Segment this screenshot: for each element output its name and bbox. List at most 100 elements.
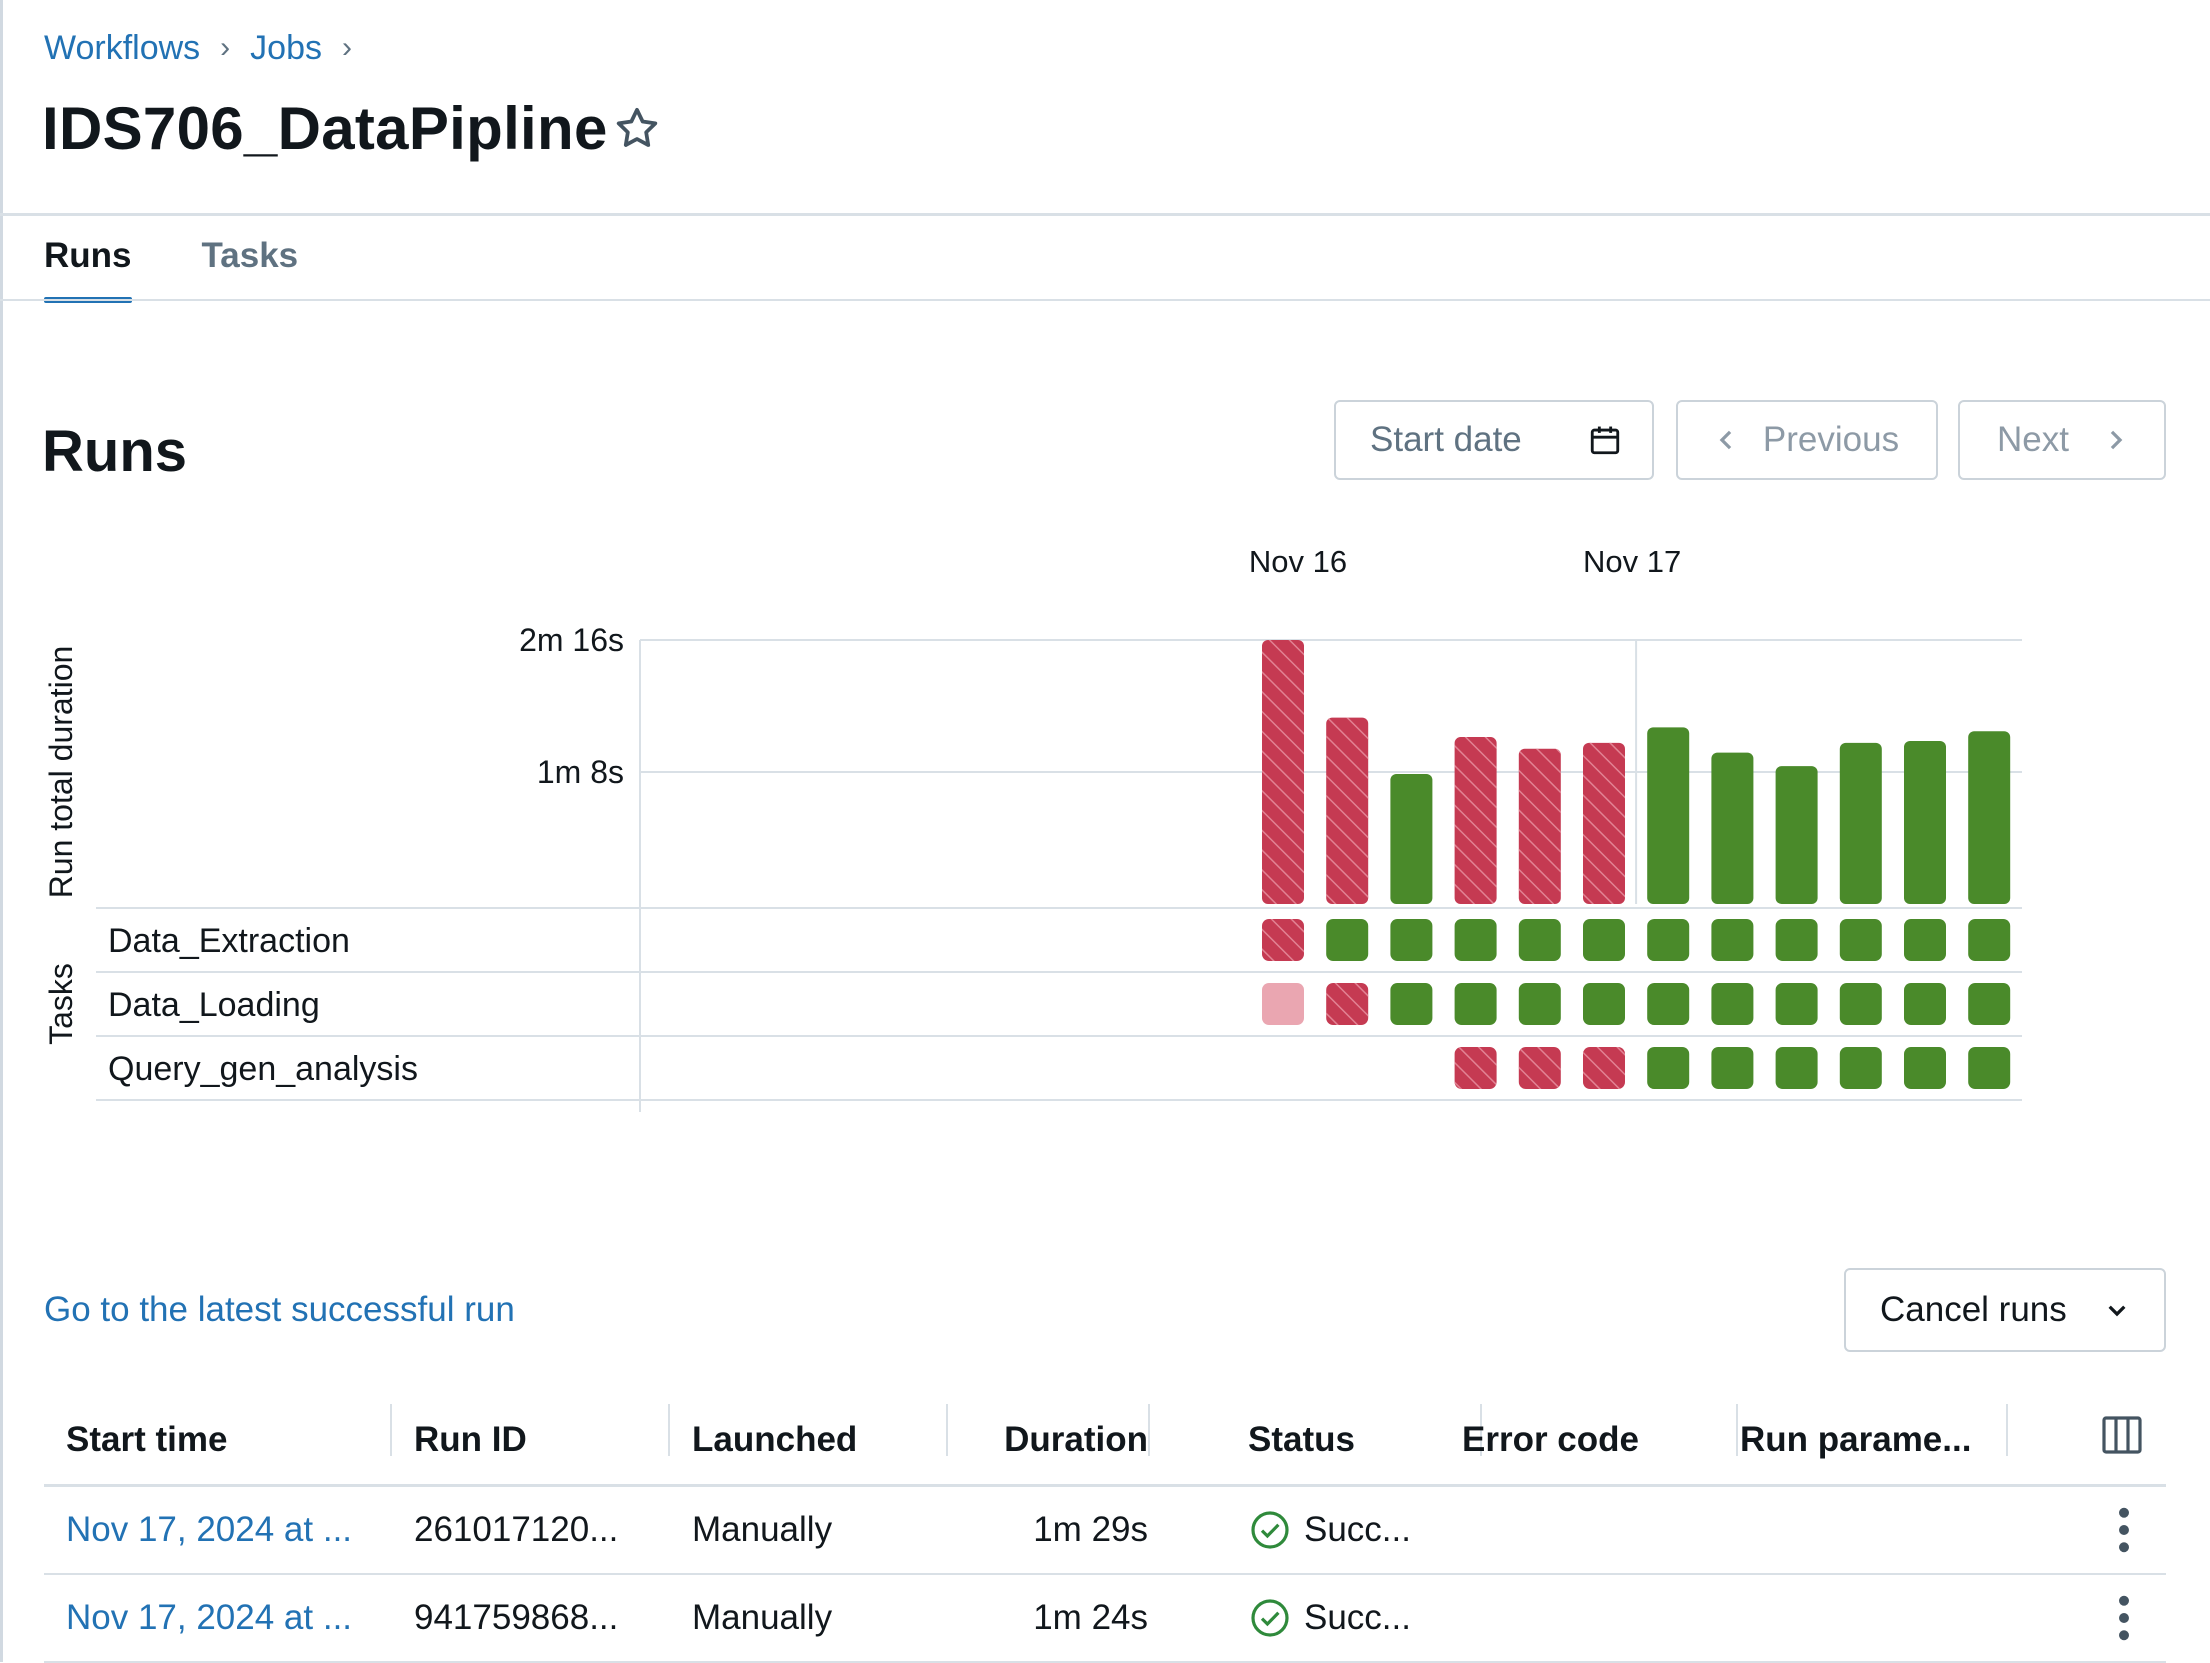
- columns-icon[interactable]: [2102, 1416, 2142, 1454]
- duration-cell: 1m 24s: [1033, 1598, 1148, 1637]
- tabs-divider: [0, 299, 2210, 301]
- task-status-cell: [1968, 919, 2011, 961]
- calendar-icon: [1590, 426, 1620, 455]
- y-tick-label: 1m 8s: [537, 754, 624, 790]
- runs-duration-chart: Run total duration 1m 8s 2m 16s Nov 16 Nov 1…: [43, 544, 2022, 1112]
- run-bar-hatch: [1583, 742, 1625, 904]
- cancel-runs-dropdown[interactable]: Cancel runs: [1844, 1268, 2166, 1352]
- column-label: Run ID: [414, 1420, 527, 1459]
- previous-label: Previous: [1762, 420, 1900, 459]
- task-status-cell: [1775, 919, 1818, 961]
- status-text: Succ...: [1304, 1598, 1411, 1637]
- chevron-down-icon: [2108, 1305, 2126, 1317]
- run-id-cell: 941759868...: [414, 1598, 619, 1637]
- breadcrumb: Workflows › Jobs ›: [44, 26, 372, 70]
- breadcrumb-separator: ›: [220, 31, 231, 64]
- status-text: Succ...: [1304, 1510, 1411, 1549]
- table-row[interactable]: Nov 17, 2024 at ... 261017120... Manuall…: [44, 1487, 2166, 1575]
- task-status-cell: [1968, 983, 2011, 1025]
- task-status-cell: [1968, 1047, 2011, 1089]
- breadcrumb-jobs[interactable]: Jobs: [250, 29, 322, 68]
- task-status-cell: [1839, 919, 1882, 961]
- start-time-link[interactable]: Nov 17, 2024 at ...: [66, 1487, 352, 1573]
- task-status-hatch: [1262, 919, 1304, 961]
- status-cell: Succ...: [1250, 1487, 1411, 1573]
- latest-successful-run-link[interactable]: Go to the latest successful run: [44, 1290, 515, 1330]
- run-duration-bar: [1839, 742, 1882, 904]
- task-name-label: Data_Loading: [108, 986, 320, 1024]
- more-actions-icon[interactable]: [2118, 1507, 2130, 1553]
- column-header-start-time[interactable]: Start time: [66, 1396, 392, 1484]
- y-axis-title: Run total duration: [43, 646, 79, 899]
- launched-cell: Manually: [692, 1510, 833, 1549]
- task-status-cell: [1904, 983, 1946, 1025]
- check-circle-icon: [1251, 1511, 1289, 1549]
- column-label: Start time: [66, 1420, 228, 1459]
- duration-cell: 1m 29s: [1033, 1510, 1148, 1549]
- column-label: Run parame...: [1740, 1420, 1972, 1459]
- task-status-hatch: [1326, 983, 1369, 1025]
- next-button[interactable]: Next: [1958, 400, 2166, 480]
- task-status-cell: [1839, 983, 1882, 1025]
- task-status-cell: [1518, 919, 1561, 961]
- run-bar-hatch: [1454, 737, 1497, 904]
- task-status-cell: [1711, 983, 1754, 1025]
- task-status-cell: [1647, 919, 1690, 961]
- task-status-cell: [1262, 983, 1304, 1025]
- runs-table: Start time Run ID Launched Duration Stat…: [44, 1396, 2166, 1663]
- task-status-cell: [1775, 983, 1818, 1025]
- start-date-picker[interactable]: Start date: [1334, 400, 1654, 480]
- column-header-run-id[interactable]: Run ID: [414, 1396, 670, 1484]
- tasks-axis-title: Tasks: [43, 963, 79, 1045]
- task-status-cell: [1326, 919, 1369, 961]
- run-id-cell: 261017120...: [414, 1510, 619, 1549]
- date-label: Nov 16: [1249, 544, 1347, 579]
- column-header-duration[interactable]: Duration: [970, 1396, 1148, 1484]
- column-label: Status: [1248, 1420, 1355, 1459]
- run-duration-bar: [1647, 727, 1690, 904]
- star-icon[interactable]: [612, 104, 662, 154]
- start-time-link[interactable]: Nov 17, 2024 at ...: [66, 1575, 352, 1661]
- status-cell: Succ...: [1250, 1575, 1411, 1661]
- task-status-cell: [1518, 983, 1561, 1025]
- task-status-cell: [1904, 919, 1946, 961]
- run-bar-hatch: [1326, 717, 1369, 904]
- run-duration-bar: [1904, 740, 1946, 904]
- column-header-run-parameters[interactable]: Run parame...: [1740, 1396, 2008, 1484]
- task-status-cell: [1839, 1047, 1882, 1089]
- run-bar-hatch: [1518, 748, 1561, 904]
- task-status-hatch: [1583, 1047, 1625, 1089]
- run-bar-hatch: [1262, 640, 1304, 904]
- task-name-label: Query_gen_analysis: [108, 1050, 418, 1088]
- page-title: IDS706_DataPipline: [42, 95, 608, 162]
- previous-button[interactable]: Previous: [1676, 400, 1938, 480]
- task-status-cell: [1904, 1047, 1946, 1089]
- column-label: Error code: [1462, 1420, 1639, 1459]
- task-status-cell: [1775, 1047, 1818, 1089]
- column-header-launched[interactable]: Launched: [692, 1396, 948, 1484]
- task-status-cell: [1583, 983, 1625, 1025]
- column-label: Duration: [1004, 1420, 1148, 1459]
- column-header-error-code[interactable]: Error code: [1462, 1396, 1738, 1484]
- column-header-status[interactable]: Status: [1248, 1396, 1482, 1484]
- task-status-cell: [1454, 983, 1497, 1025]
- task-status-cell: [1454, 919, 1497, 961]
- task-status-cell: [1390, 983, 1433, 1025]
- start-date-label: Start date: [1370, 420, 1522, 459]
- task-status-cell: [1647, 983, 1690, 1025]
- run-duration-bar: [1711, 752, 1754, 904]
- more-actions-icon[interactable]: [2118, 1595, 2130, 1641]
- task-status-hatch: [1454, 1047, 1497, 1089]
- breadcrumb-workflows[interactable]: Workflows: [44, 29, 200, 68]
- tab-tasks[interactable]: Tasks: [202, 236, 299, 300]
- tab-runs[interactable]: Runs: [44, 236, 132, 303]
- breadcrumb-separator: ›: [342, 31, 352, 64]
- table-header: Start time Run ID Launched Duration Stat…: [44, 1396, 2166, 1487]
- cancel-runs-label: Cancel runs: [1880, 1290, 2067, 1329]
- table-row[interactable]: Nov 17, 2024 at ... 941759868... Manuall…: [44, 1575, 2166, 1663]
- run-duration-bar: [1775, 766, 1818, 904]
- chevron-left-icon: [1719, 430, 1732, 450]
- task-status-cell: [1711, 1047, 1754, 1089]
- left-border: [0, 0, 3, 1662]
- task-status-cell: [1711, 919, 1754, 961]
